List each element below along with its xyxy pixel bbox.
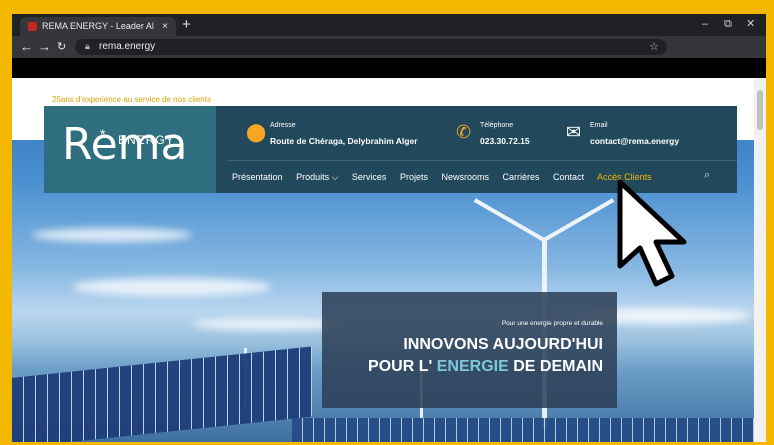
- logo-spark-icon: *: [100, 126, 106, 142]
- scrollbar-thumb[interactable]: [757, 90, 763, 130]
- phone-label: Téléphone: [480, 122, 514, 129]
- tab-close-icon[interactable]: ×: [162, 17, 168, 36]
- bookmark-star-icon[interactable]: ☆: [649, 39, 659, 55]
- close-window-button[interactable]: ✕: [746, 16, 755, 32]
- reload-icon[interactable]: ↻: [57, 39, 66, 55]
- address-value: Route de Chéraga, Delybrahim Alger: [270, 136, 418, 146]
- minimize-button[interactable]: –: [702, 16, 708, 32]
- menu-item-carrieres[interactable]: Carrières: [503, 172, 540, 182]
- menu-item-services[interactable]: Services: [352, 172, 387, 182]
- map-pin-icon: ⬤: [246, 122, 267, 142]
- hero-subtitle: Pour une energie propre et durable: [501, 320, 603, 327]
- mouse-cursor-icon: [617, 179, 687, 287]
- lock-icon: 🔒︎: [85, 41, 90, 51]
- toolbar-spacer: [12, 58, 766, 78]
- new-tab-button[interactable]: +: [182, 15, 191, 35]
- phone-value[interactable]: 023.30.72.15: [480, 136, 530, 146]
- url-text: rema.energy: [99, 41, 156, 52]
- url-input[interactable]: 🔒︎ rema.energy ☆: [75, 39, 667, 55]
- back-icon[interactable]: ←: [20, 39, 33, 55]
- favicon-icon: [28, 22, 37, 31]
- menu-item-produits[interactable]: Produits ⌵: [296, 172, 338, 182]
- menu-item-projets[interactable]: Projets: [400, 172, 428, 182]
- logo-energy: ENERGY: [118, 133, 175, 147]
- tab-bar: REMA ENERGY - Leader Algérien × + – ⧉ ✕: [12, 14, 766, 36]
- hero-title-line1: INNOVONS AUJOURD'HUI: [403, 336, 603, 353]
- menu-item-newsrooms[interactable]: Newsrooms: [441, 172, 489, 182]
- email-value[interactable]: contact@rema.energy: [590, 136, 679, 146]
- browser-tab[interactable]: REMA ENERGY - Leader Algérien ×: [20, 17, 176, 36]
- menu-item-presentation[interactable]: Présentation: [232, 172, 283, 182]
- site-logo[interactable]: Rema * ENERGY: [44, 106, 216, 193]
- tab-title: REMA ENERGY - Leader Algérien: [42, 21, 154, 31]
- page-scrollbar[interactable]: [754, 78, 766, 442]
- mail-icon: ✉: [566, 122, 582, 142]
- forward-icon[interactable]: →: [38, 39, 51, 55]
- phone-icon: ✆: [456, 122, 472, 142]
- hero-title-line2: POUR L' ENERGIE DE DEMAIN: [368, 358, 603, 375]
- solar-panels: [12, 346, 312, 442]
- hero-banner: Pour une energie propre et durable INNOV…: [322, 292, 617, 408]
- tagline: 25ans d'experience au service de nos cli…: [52, 95, 211, 104]
- maximize-button[interactable]: ⧉: [724, 16, 732, 32]
- address-label: Adresse: [270, 122, 296, 129]
- menu-item-contact[interactable]: Contact: [553, 172, 584, 182]
- address-bar: ← → ↻ 🔒︎ rema.energy ☆: [12, 36, 766, 58]
- email-label: Email: [590, 122, 608, 129]
- main-menu: Présentation Produits ⌵ Services Projets…: [232, 172, 663, 183]
